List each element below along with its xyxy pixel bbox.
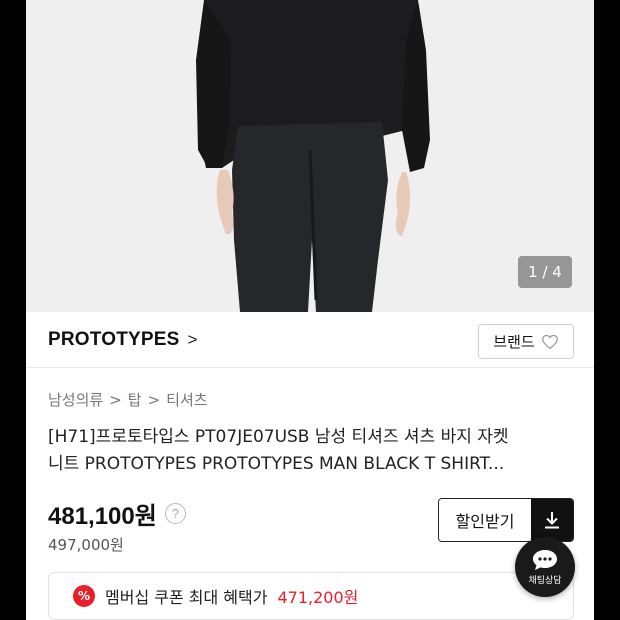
breadcrumb-separator: > (147, 390, 161, 409)
brand-button-label: 브랜드 (493, 333, 535, 351)
heart-outline-icon (541, 334, 558, 349)
brand-name: PROTOTYPES (48, 329, 180, 350)
coupon-button-label: 할인받기 (439, 499, 531, 541)
product-page: 1 / 4 PROTOTYPES > 브랜드 남성의류 > 탑 > 티셔츠 [H… (26, 0, 594, 620)
sale-price: 481,100원 ? (48, 496, 186, 531)
chat-bubble-icon (533, 549, 557, 570)
percent-badge-icon: % (73, 585, 95, 607)
chat-consult-button[interactable]: 채팅상담 (515, 537, 575, 597)
breadcrumb-item-2[interactable]: 탑 (128, 389, 142, 410)
product-title: [H71]프로토타입스 PT07JE07USB 남성 티셔즈 셔츠 바지 자켓 … (48, 424, 576, 478)
product-title-line-1: [H71]프로토타입스 PT07JE07USB 남성 티셔즈 셔츠 바지 자켓 (48, 427, 509, 447)
breadcrumb: 남성의류 > 탑 > 티셔츠 (48, 389, 208, 410)
question-icon[interactable]: ? (164, 503, 186, 524)
coupon-download-button[interactable]: 할인받기 (438, 498, 574, 542)
download-icon (531, 499, 573, 541)
product-image[interactable]: 1 / 4 (26, 0, 594, 312)
original-price: 497,000원 (48, 536, 124, 554)
membership-coupon-banner[interactable]: % 멤버십 쿠폰 최대 혜택가 471,200원 (48, 572, 574, 620)
image-counter: 1 / 4 (518, 256, 572, 288)
chevron-right-icon: > (187, 330, 198, 349)
brand-row: PROTOTYPES > 브랜드 (26, 312, 594, 368)
membership-text: 멤버십 쿠폰 최대 혜택가 (105, 588, 268, 607)
product-title-line-2: 니트 PROTOTYPES PROTOTYPES MAN BLACK T SHI… (48, 454, 505, 474)
breadcrumb-item-1[interactable]: 남성의류 (48, 389, 103, 410)
breadcrumb-item-3[interactable]: 티셔츠 (166, 389, 207, 410)
brand-link[interactable]: PROTOTYPES > (48, 329, 198, 351)
brand-like-button[interactable]: 브랜드 (478, 324, 574, 359)
breadcrumb-separator: > (109, 390, 122, 409)
chat-label: 채팅상담 (528, 575, 562, 586)
membership-amount: 471,200원 (277, 588, 359, 607)
model-photo (26, 0, 594, 312)
sale-price-value: 481,100원 (48, 503, 157, 530)
